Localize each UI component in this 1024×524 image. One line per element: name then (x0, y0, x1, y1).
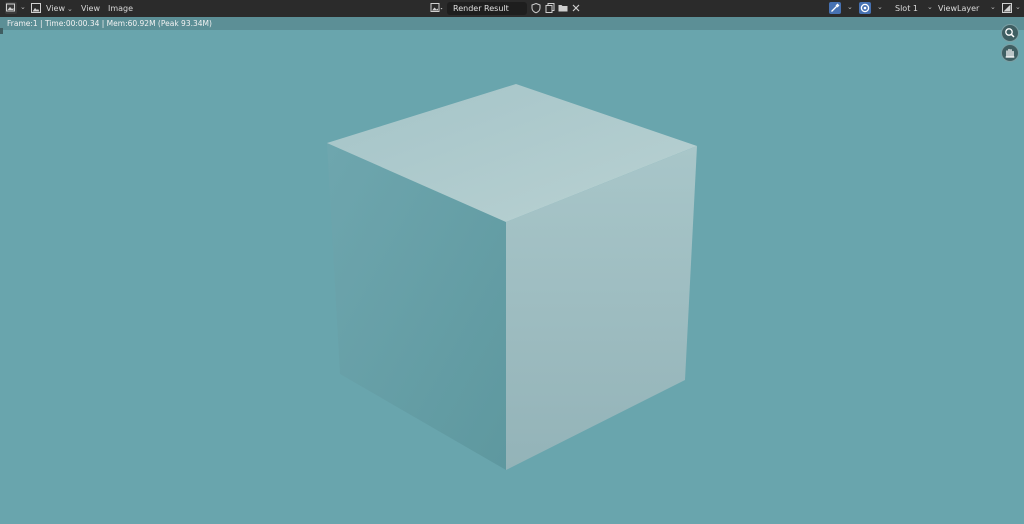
zoom-button[interactable] (1001, 24, 1019, 42)
blender-image-editor: ⌄ View ⌄ View Image Render Result ⌄ ⌄ Sl… (0, 0, 1024, 524)
pan-button[interactable] (1001, 44, 1019, 62)
magnifier-icon (1005, 28, 1015, 38)
render-result-canvas[interactable] (0, 0, 1024, 524)
toolbar-collapse-handle[interactable] (0, 28, 3, 34)
hand-icon (1005, 48, 1015, 58)
